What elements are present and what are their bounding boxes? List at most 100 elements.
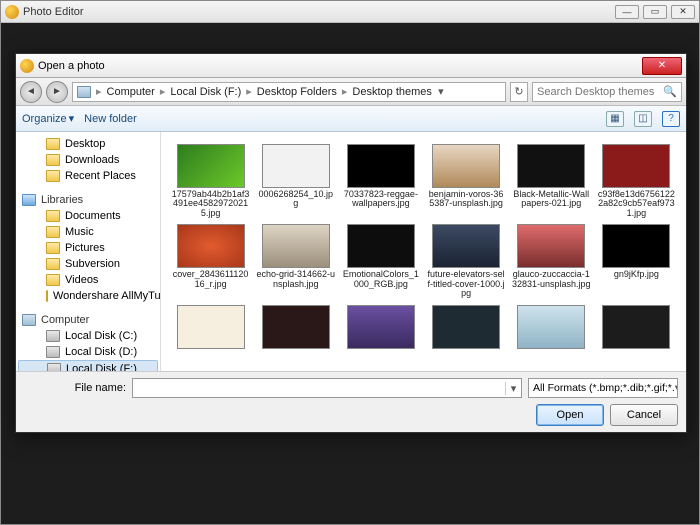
breadcrumb-item[interactable]: Desktop themes	[352, 86, 431, 98]
sidebar-item[interactable]: Local Disk (D:)	[16, 344, 160, 360]
folder-icon	[46, 274, 60, 286]
file-thumbnail[interactable]	[597, 305, 676, 351]
folder-icon	[46, 210, 60, 222]
thumbnail-label: EmotionalColors_1000_RGB.jpg	[341, 270, 420, 289]
thumbnail-label: benjamin-voros-365387-unsplash.jpg	[426, 190, 505, 209]
filename-input[interactable]	[133, 382, 505, 394]
dialog-close-button[interactable]: ✕	[642, 57, 682, 75]
filename-label: File name:	[24, 382, 126, 394]
file-thumbnail[interactable]	[341, 305, 420, 351]
sidebar-item[interactable]: Subversion	[16, 256, 160, 272]
nav-back-button[interactable]: ◄	[20, 81, 42, 103]
filetype-filter[interactable]: All Formats (*.bmp;*.dib;*.gif;*. ▾	[528, 378, 678, 398]
open-file-dialog: Open a photo ✕ ◄ ► ▸ Computer ▸ Local Di…	[15, 53, 687, 433]
breadcrumb-item[interactable]: Computer	[107, 86, 155, 98]
thumbnail-label: 17579ab44b2b1af3491ee45829720215.jpg	[171, 190, 250, 218]
thumbnail-image	[517, 144, 585, 188]
close-button[interactable]: ✕	[671, 5, 695, 19]
sidebar-item[interactable]: Music	[16, 224, 160, 240]
filename-dropdown[interactable]: ▾	[505, 382, 521, 395]
sidebar-item[interactable]: Wondershare AllMyTube	[16, 288, 160, 304]
file-thumbnail[interactable]	[256, 305, 335, 351]
breadcrumb[interactable]: ▸ Computer ▸ Local Disk (F:) ▸ Desktop F…	[72, 82, 506, 102]
sidebar-item-label: Downloads	[65, 154, 119, 166]
refresh-button[interactable]: ↻	[510, 82, 528, 102]
thumbnail-label: 70337823-reggae-wallpapers.jpg	[341, 190, 420, 209]
thumbnail-image	[517, 224, 585, 268]
toolbar: Organize ▾ New folder ▦ ◫ ?	[16, 106, 686, 132]
file-thumbnail[interactable]: Black-Metallic-Wallpapers-021.jpg	[512, 144, 591, 218]
sidebar-computer-header[interactable]: Computer	[16, 312, 160, 328]
folder-icon	[46, 154, 60, 166]
maximize-button[interactable]: ▭	[643, 5, 667, 19]
file-thumbnail[interactable]: c93f8e13d67561222a82c9cb57eaf9731.jpg	[597, 144, 676, 218]
thumbnail-image	[262, 144, 330, 188]
sidebar-item[interactable]: Documents	[16, 208, 160, 224]
thumbnail-image	[602, 144, 670, 188]
search-box[interactable]: 🔍	[532, 82, 682, 102]
file-thumbnail[interactable]: 0006268254_10.jpg	[256, 144, 335, 218]
sidebar-item-label: Local Disk (D:)	[65, 346, 137, 358]
sidebar-item[interactable]: Downloads	[16, 152, 160, 168]
folder-icon	[47, 363, 61, 371]
sidebar-item[interactable]: Recent Places	[16, 168, 160, 184]
thumbnail-image	[602, 224, 670, 268]
sidebar-item[interactable]: Pictures	[16, 240, 160, 256]
file-thumbnail[interactable]: 70337823-reggae-wallpapers.jpg	[341, 144, 420, 218]
search-input[interactable]	[537, 86, 659, 98]
breadcrumb-root-icon	[77, 86, 91, 98]
chevron-right-icon: ▸	[157, 85, 169, 98]
file-thumbnail[interactable]: gn9jKfp.jpg	[597, 224, 676, 298]
view-options-button[interactable]: ▦	[606, 111, 624, 127]
computer-icon	[22, 314, 36, 326]
file-thumbnail[interactable]: glauco-zuccaccia-132831-unsplash.jpg	[512, 224, 591, 298]
file-thumbnail[interactable]	[426, 305, 505, 351]
sidebar-item[interactable]: Local Disk (C:)	[16, 328, 160, 344]
sidebar-item-label: Pictures	[65, 242, 105, 254]
sidebar-item-label: Wondershare AllMyTube	[53, 290, 161, 302]
app-logo-icon	[5, 5, 19, 19]
sidebar-item-label: Desktop	[65, 138, 105, 150]
new-folder-button[interactable]: New folder	[84, 113, 137, 125]
organize-menu[interactable]: Organize ▾	[22, 112, 74, 125]
bottom-bar: File name: ▾ All Formats (*.bmp;*.dib;*.…	[16, 371, 686, 432]
folder-icon	[46, 170, 60, 182]
file-thumbnail[interactable]: echo-grid-314662-unsplash.jpg	[256, 224, 335, 298]
nav-forward-button[interactable]: ►	[46, 81, 68, 103]
folder-icon	[46, 138, 60, 150]
thumbnail-image	[262, 224, 330, 268]
thumbnail-image	[432, 305, 500, 349]
file-grid: 17579ab44b2b1af3491ee45829720215.jpg 0006…	[161, 132, 686, 371]
file-thumbnail[interactable]	[171, 305, 250, 351]
open-button[interactable]: Open	[536, 404, 604, 426]
sidebar-item[interactable]: Videos	[16, 272, 160, 288]
sidebar-item-label: Music	[65, 226, 94, 238]
cancel-button[interactable]: Cancel	[610, 404, 678, 426]
search-icon: 🔍	[663, 85, 677, 98]
breadcrumb-item[interactable]: Desktop Folders	[257, 86, 337, 98]
minimize-button[interactable]: —	[615, 5, 639, 19]
file-thumbnail[interactable]: cover_284361112016_r.jpg	[171, 224, 250, 298]
file-thumbnail[interactable]: benjamin-voros-365387-unsplash.jpg	[426, 144, 505, 218]
preview-pane-button[interactable]: ◫	[634, 111, 652, 127]
libraries-icon	[22, 194, 36, 206]
chevron-down-icon: ▾	[675, 382, 678, 394]
filename-combo[interactable]: ▾	[132, 378, 522, 398]
breadcrumb-item[interactable]: Local Disk (F:)	[170, 86, 241, 98]
thumbnail-label: 0006268254_10.jpg	[256, 190, 335, 209]
file-thumbnail[interactable]	[512, 305, 591, 351]
sidebar-item[interactable]: Local Disk (F:)	[18, 360, 158, 371]
file-thumbnail[interactable]: future-elevators-self-titled-cover-1000.…	[426, 224, 505, 298]
folder-icon	[46, 258, 60, 270]
sidebar-item-label: Recent Places	[65, 170, 136, 182]
thumbnail-image	[347, 144, 415, 188]
app-window: Photo Editor — ▭ ✕ Photo Editor Open a p…	[0, 0, 700, 525]
content-area: Desktop Downloads Recent Places LibrariesDo…	[16, 132, 686, 371]
sidebar-libraries-header[interactable]: Libraries	[16, 192, 160, 208]
thumbnail-image	[177, 144, 245, 188]
sidebar-item[interactable]: Desktop	[16, 136, 160, 152]
help-button[interactable]: ?	[662, 111, 680, 127]
file-thumbnail[interactable]: EmotionalColors_1000_RGB.jpg	[341, 224, 420, 298]
file-thumbnail[interactable]: 17579ab44b2b1af3491ee45829720215.jpg	[171, 144, 250, 218]
breadcrumb-dropdown[interactable]: ▾	[434, 85, 448, 98]
